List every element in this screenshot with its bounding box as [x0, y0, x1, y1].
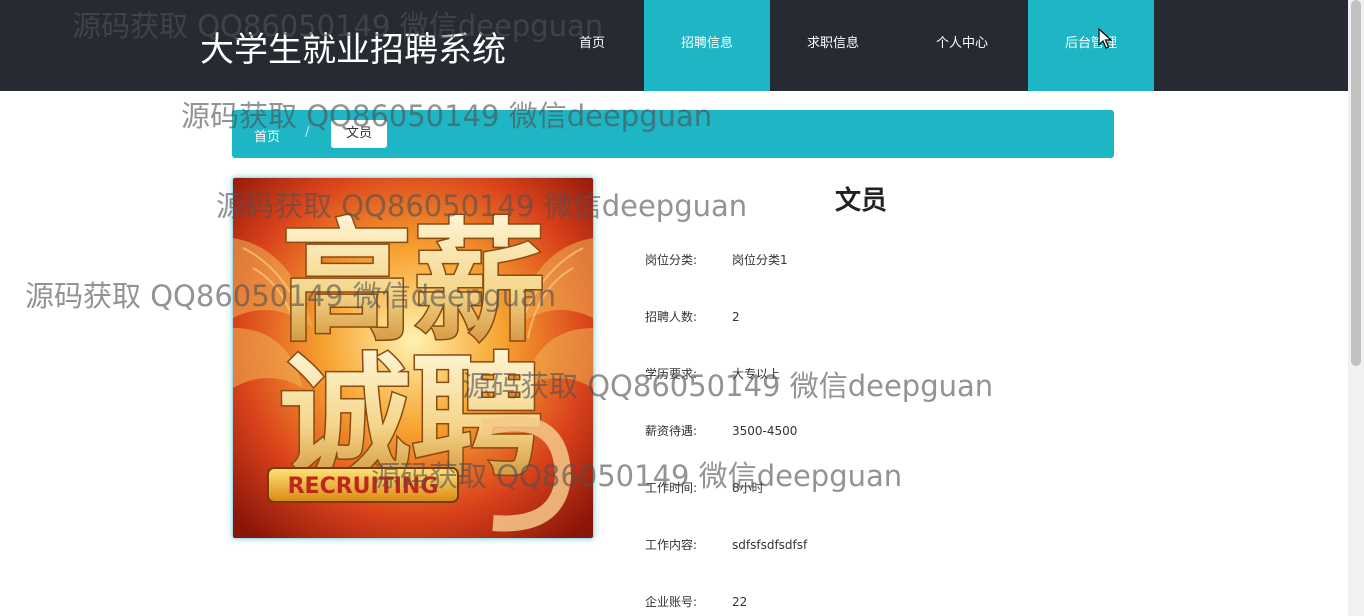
detail-value: 岗位分类1 — [732, 253, 788, 267]
detail-row-company-account: 企业账号: 22 — [645, 593, 747, 610]
detail-value: 大专以上 — [732, 367, 781, 381]
job-poster-image: 高薪 诚聘 RECRUITING — [232, 177, 594, 539]
detail-value: 2 — [732, 310, 740, 324]
detail-row-category: 岗位分类: 岗位分类1 — [645, 251, 788, 268]
breadcrumb-separator: / — [305, 125, 310, 140]
poster-banner-text: RECRUITING — [288, 474, 439, 499]
detail-row-salary: 薪资待遇: 3500-4500 — [645, 422, 797, 439]
detail-value: 22 — [732, 595, 748, 609]
breadcrumb-home-link[interactable]: 首页 — [254, 126, 280, 145]
detail-label: 招聘人数: — [645, 310, 698, 324]
poster-text-line1: 高薪 — [281, 206, 545, 360]
site-title: 大学生就业招聘系统 — [200, 30, 506, 70]
detail-value: 8小时 — [732, 481, 764, 495]
detail-label: 学历要求: — [645, 367, 698, 381]
breadcrumb: 首页 / 文员 — [232, 110, 1114, 158]
detail-value: sdfsfsdfsdfsf — [732, 538, 808, 552]
detail-label: 岗位分类: — [645, 253, 698, 267]
nav-item-job-seeking[interactable]: 求职信息 — [770, 0, 896, 91]
breadcrumb-current: 文员 — [331, 120, 387, 148]
detail-label: 企业账号: — [645, 595, 698, 609]
nav-item-recruitment[interactable]: 招聘信息 — [644, 0, 770, 91]
job-title: 文员 — [835, 186, 888, 216]
nav-item-admin[interactable]: 后台管理 — [1028, 0, 1154, 91]
scrollbar-thumb[interactable] — [1351, 0, 1361, 366]
nav-item-personal-center[interactable]: 个人中心 — [899, 0, 1025, 91]
detail-row-education: 学历要求: 大专以上 — [645, 365, 780, 382]
detail-label: 工作时间: — [645, 481, 698, 495]
detail-label: 工作内容: — [645, 538, 698, 552]
detail-row-headcount: 招聘人数: 2 — [645, 308, 740, 325]
detail-label: 薪资待遇: — [645, 424, 698, 438]
mouse-cursor-icon — [1098, 27, 1113, 54]
detail-row-work-content: 工作内容: sdfsfsdfsdfsf — [645, 536, 807, 553]
detail-row-work-hours: 工作时间: 8小时 — [645, 479, 764, 496]
nav-item-home[interactable]: 首页 — [529, 0, 655, 91]
detail-value: 3500-4500 — [732, 424, 798, 438]
